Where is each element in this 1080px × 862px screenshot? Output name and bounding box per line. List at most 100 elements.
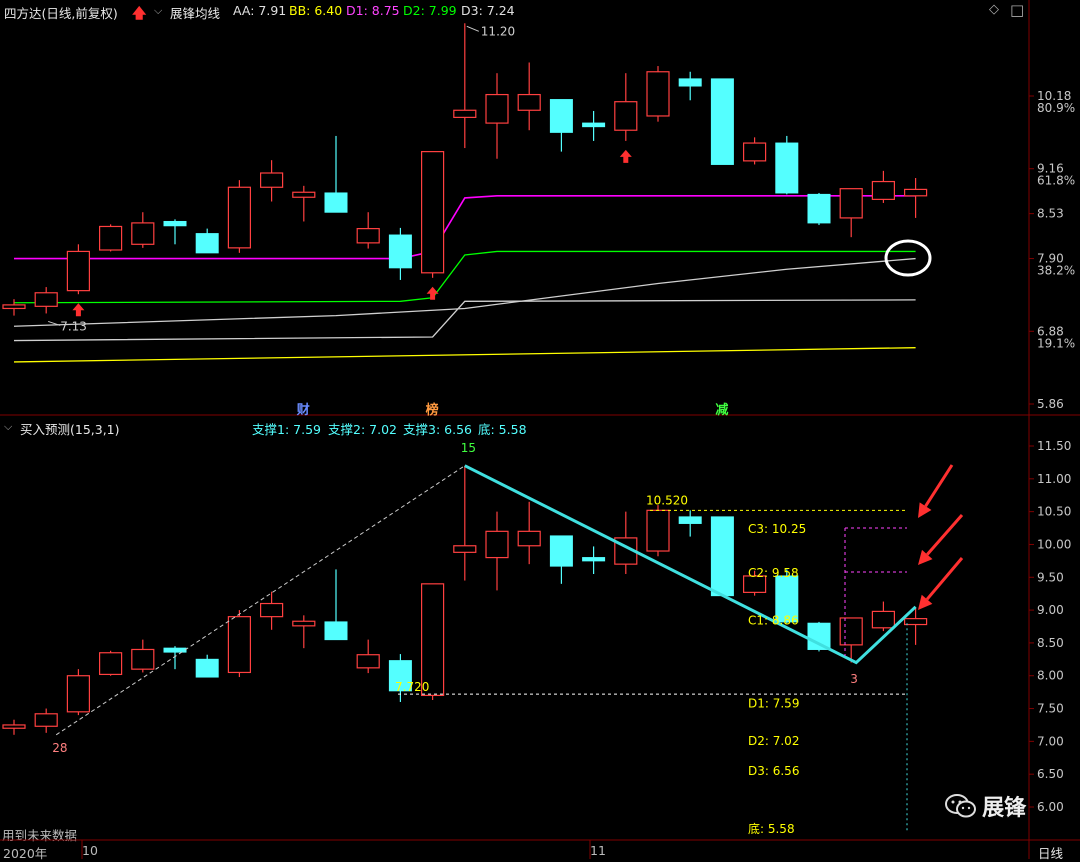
buy-arrow-icon xyxy=(619,149,632,163)
lower-candle-down xyxy=(710,516,734,597)
y-tick-label: 10.50 xyxy=(1037,505,1071,519)
y-tick-pct-label: 38.2% xyxy=(1037,264,1075,278)
upper-candle-up xyxy=(131,222,155,245)
upper-candle-up xyxy=(742,142,767,162)
event-marker: 减 xyxy=(715,402,728,418)
upper-candle-down xyxy=(678,78,702,87)
support-label: 底: 5.58 xyxy=(748,821,795,836)
lower-candle-up xyxy=(485,530,509,559)
y-tick-pct-label: 19.1% xyxy=(1037,336,1075,350)
lower-candle-up xyxy=(260,602,284,618)
upper-candle-up xyxy=(485,93,509,124)
upper-candle-up xyxy=(356,228,380,244)
lower-candle-up xyxy=(453,545,477,553)
d3-line xyxy=(13,299,916,342)
buy-arrow-icon xyxy=(72,303,85,317)
upper-candle-up xyxy=(646,71,670,117)
upper-candle-up xyxy=(453,109,477,118)
lower-candle-up xyxy=(646,509,670,552)
support-label: D2: 7.02 xyxy=(748,734,799,748)
upper-candle-down xyxy=(388,234,412,269)
upper-candle-up xyxy=(98,225,123,251)
y-tick-label: 7.50 xyxy=(1037,702,1064,716)
y-tick-label: 11.50 xyxy=(1037,439,1071,453)
upper-candle-up xyxy=(66,250,91,292)
lower-candle-up xyxy=(227,616,251,674)
support-label: 7.720 xyxy=(395,680,429,694)
lower-candle-up xyxy=(871,610,896,629)
highlight-circle xyxy=(884,239,932,277)
upper-candle-down xyxy=(549,99,573,133)
resistance-label: C3: 10.25 xyxy=(748,522,806,536)
support-label: D3: 6.56 xyxy=(748,764,799,778)
lower-candle-up xyxy=(292,620,316,627)
upper-candle-down xyxy=(163,220,187,227)
upper-candle-up xyxy=(517,93,541,111)
high-label: 11.20 xyxy=(481,24,515,38)
upper-candle-up xyxy=(34,292,58,307)
callout-arrow xyxy=(925,557,964,601)
low-label: 7.13 xyxy=(60,319,87,333)
lower-candle-up xyxy=(839,617,863,646)
lower-candle-up xyxy=(98,652,123,676)
upper-candle-down xyxy=(324,192,348,213)
upper-candle-up xyxy=(227,186,251,249)
y-tick-label: 8.53 xyxy=(1037,207,1064,221)
event-marker: 榜 xyxy=(426,402,439,418)
upper-candle-up xyxy=(839,188,863,219)
y-tick-label: 8.00 xyxy=(1037,669,1064,683)
upper-candle-up xyxy=(260,172,284,188)
upper-candle-down xyxy=(775,142,799,194)
resistance-label: 10.520 xyxy=(646,493,688,507)
y-tick-label: 5.86 xyxy=(1037,397,1064,411)
resistance-label: C2: 9.58 xyxy=(748,566,799,580)
lower-candle-up xyxy=(2,724,26,729)
lower-candle-down xyxy=(582,557,606,562)
y-tick-pct-label: 61.8% xyxy=(1037,174,1075,188)
zigzag-peak-label: 15 xyxy=(461,441,476,455)
upper-candle-down xyxy=(582,122,606,128)
lower-candle-up xyxy=(66,675,91,713)
y-tick-label: 11.00 xyxy=(1037,472,1071,486)
y-tick-label: 9.00 xyxy=(1037,603,1064,617)
y-tick-label: 6.50 xyxy=(1037,767,1064,781)
lower-candle-down xyxy=(195,658,219,678)
lower-candle-up xyxy=(131,648,155,670)
y-tick-label: 8.50 xyxy=(1037,636,1064,650)
event-marker: 财 xyxy=(297,402,310,418)
lower-candle-up xyxy=(517,530,541,547)
lower-candle-up xyxy=(356,654,380,669)
zigzag-low-left-label: 28 xyxy=(52,741,67,755)
lower-candle-down xyxy=(549,535,573,567)
lower-candle-up xyxy=(903,618,928,626)
upper-candle-up xyxy=(2,304,26,310)
lower-candle-down xyxy=(678,516,702,524)
zigzag-up-dashed xyxy=(55,465,466,736)
resistance-label: C1: 8.86 xyxy=(748,613,799,627)
y-tick-label: 7.00 xyxy=(1037,734,1064,748)
ma-line xyxy=(13,257,916,327)
y-tick-label: 10.00 xyxy=(1037,537,1071,551)
support-label: D1: 7.59 xyxy=(748,697,799,711)
bb-line xyxy=(13,347,916,363)
zigzag-low-right-label: 3 xyxy=(850,672,858,686)
lower-candle-up xyxy=(421,583,445,697)
y-tick-label: 6.00 xyxy=(1037,800,1064,814)
high-pointer xyxy=(466,25,479,32)
y-tick-label: 9.50 xyxy=(1037,570,1064,584)
callout-arrow xyxy=(926,514,964,556)
upper-candle-up xyxy=(871,180,896,200)
lower-candle-down xyxy=(163,647,187,653)
upper-candle-down xyxy=(710,78,734,165)
upper-candle-up xyxy=(421,151,445,274)
upper-candle-up xyxy=(614,101,638,131)
upper-candle-up xyxy=(292,191,316,198)
callout-arrow xyxy=(924,464,954,508)
y-tick-pct-label: 80.9% xyxy=(1037,101,1075,115)
upper-candle-down xyxy=(807,193,831,224)
lower-candle-up xyxy=(34,713,58,727)
upper-candle-down xyxy=(195,233,219,254)
lower-candle-down xyxy=(324,621,348,641)
upper-candle-up xyxy=(903,188,928,197)
stock-chart[interactable]: 10.1880.9%9.1661.8%8.537.9038.2%6.8819.1… xyxy=(0,0,1080,859)
